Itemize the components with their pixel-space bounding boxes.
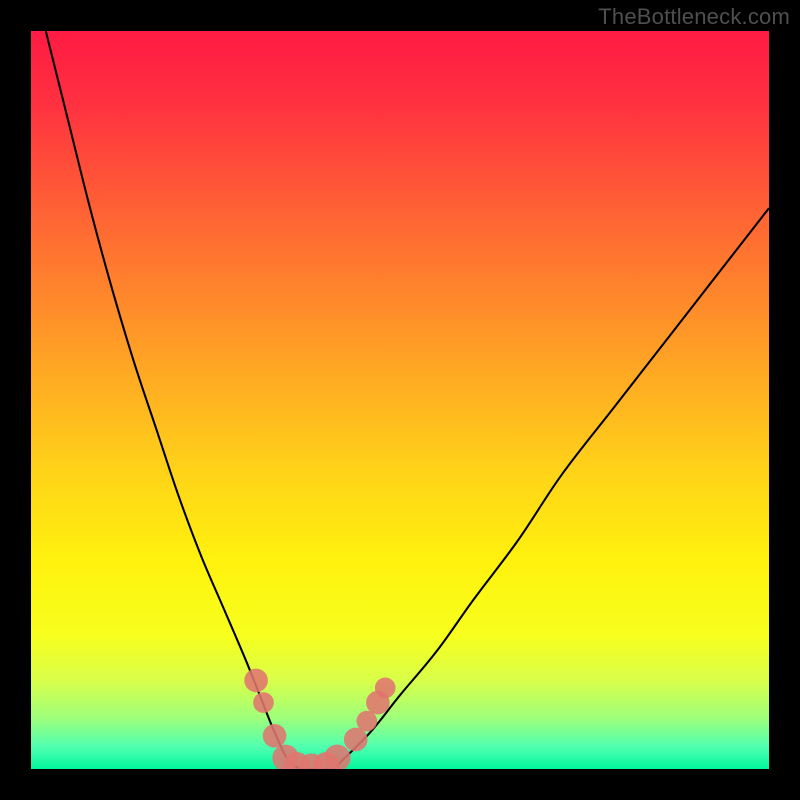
data-marker [253, 692, 274, 713]
chart-frame: TheBottleneck.com [0, 0, 800, 800]
v-curve-path [46, 31, 769, 769]
data-marker [263, 724, 287, 748]
data-marker [344, 728, 368, 752]
curve-layer [31, 31, 769, 769]
plot-area [31, 31, 769, 769]
data-marker [356, 711, 377, 732]
data-markers [244, 669, 395, 769]
watermark-text: TheBottleneck.com [598, 4, 790, 30]
bottleneck-curve [46, 31, 769, 769]
data-marker [324, 745, 351, 769]
data-marker [375, 677, 396, 698]
data-marker [244, 669, 268, 693]
